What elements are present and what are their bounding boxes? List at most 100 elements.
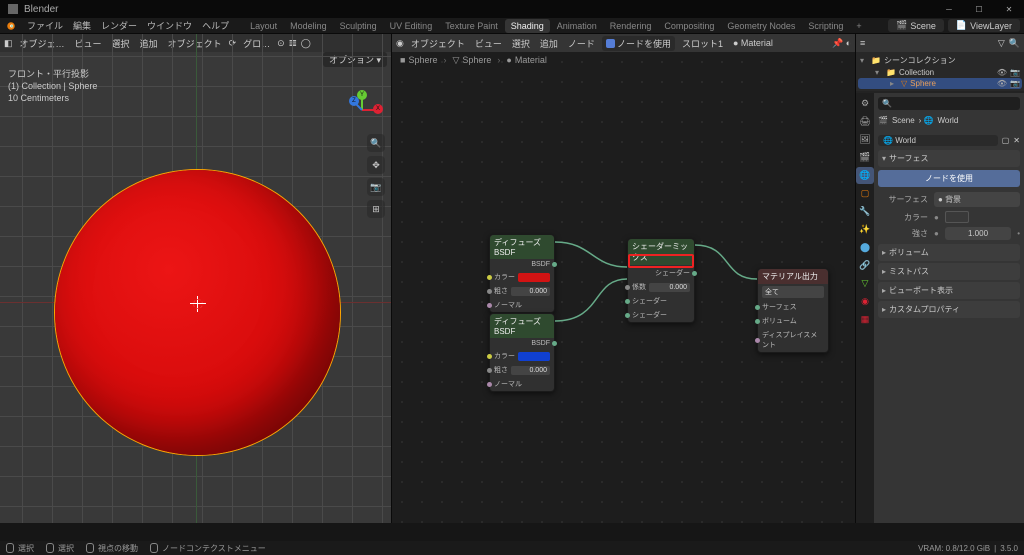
menu-edit[interactable]: 編集	[68, 19, 96, 32]
node-input-normal[interactable]: ノーマル	[490, 377, 554, 391]
node-input-surface[interactable]: サーフェス	[758, 300, 828, 314]
proptab-world-icon[interactable]: 🌐	[856, 167, 874, 184]
tab-animation[interactable]: Animation	[551, 19, 603, 33]
visibility-icon[interactable]: 👁	[997, 68, 1007, 77]
pin-icon[interactable]: 📌	[832, 38, 843, 49]
diffuse-bsdf-node-1[interactable]: ディフューズBSDF BSDF カラー 粗さ0.000 ノーマル	[489, 234, 555, 313]
properties-search[interactable]: 🔍	[878, 97, 1020, 110]
use-nodes-checkbox[interactable]: ノードを使用	[602, 36, 675, 51]
node-input-normal[interactable]: ノーマル	[490, 298, 554, 312]
surface-panel-header[interactable]: ▾サーフェス	[878, 150, 1020, 167]
mix-shader-node[interactable]: シェーダーミックス シェーダー 係数0.000 シェーダー シェーダー	[627, 238, 695, 323]
strength-field[interactable]: 強さ ● 1.000 •	[878, 225, 1020, 242]
window-minimize-button[interactable]: ─	[934, 0, 964, 18]
node-input-fac[interactable]: 係数0.000	[628, 280, 694, 294]
proptab-output-icon[interactable]: 🖨	[856, 113, 874, 130]
tab-compositing[interactable]: Compositing	[658, 19, 720, 33]
3d-viewport[interactable]: ◧ オブジェ… ビュー 選択 追加 オブジェクト ⟳ グロ… ⊙ 𝌆 ◯ オプシ…	[0, 34, 392, 523]
node-output-shader[interactable]: シェーダー	[628, 265, 694, 280]
volume-panel-header[interactable]: ▸ボリューム	[878, 244, 1020, 261]
node-header[interactable]: シェーダーミックス	[628, 239, 694, 265]
tab-texturepaint[interactable]: Texture Paint	[439, 19, 504, 33]
menu-file[interactable]: ファイル	[22, 19, 68, 32]
editor-type-node-icon[interactable]: ◉	[396, 38, 404, 49]
search-icon[interactable]: 🔍	[1009, 38, 1020, 49]
material-dropdown[interactable]: ● Material	[730, 38, 776, 48]
world-datablock-dropdown[interactable]: 🌐 World	[878, 135, 998, 146]
node-input-roughness[interactable]: 粗さ0.000	[490, 363, 554, 377]
proptab-render-icon[interactable]: ⚙	[856, 95, 874, 112]
blender-logo-icon[interactable]	[4, 19, 18, 33]
viewport-panel-header[interactable]: ▸ビューポート表示	[878, 282, 1020, 299]
viewlayer-selector[interactable]: 📄 ViewLayer	[948, 19, 1020, 32]
node-header[interactable]: ディフューズBSDF	[490, 235, 554, 259]
color-swatch[interactable]	[518, 352, 550, 361]
bc-object[interactable]: ■ Sphere	[400, 55, 437, 65]
node-output-bsdf[interactable]: BSDF	[490, 259, 554, 270]
node-input-shader2[interactable]: シェーダー	[628, 308, 694, 322]
visibility-icon[interactable]: 👁	[997, 79, 1007, 88]
window-maximize-button[interactable]: ☐	[964, 0, 994, 18]
outliner-collection[interactable]: ▾📁 Collection 👁 📷	[858, 67, 1022, 78]
unlink-icon[interactable]: ✕	[1013, 136, 1020, 145]
window-close-button[interactable]: ✕	[994, 0, 1024, 18]
scene-selector[interactable]: 🎬 Scene	[888, 19, 944, 32]
node-header[interactable]: ディフューズBSDF	[490, 314, 554, 338]
proptab-particles-icon[interactable]: ✨	[856, 221, 874, 238]
slot-dropdown[interactable]: スロット1	[679, 37, 726, 50]
color-swatch[interactable]	[518, 273, 550, 282]
outliner-sphere[interactable]: ▸▽ Sphere 👁 📷	[858, 78, 1022, 89]
node-input-displacement[interactable]: ディスプレイスメント	[758, 328, 828, 352]
node-target-dropdown[interactable]: 全て	[758, 284, 828, 300]
sphere-mesh[interactable]	[55, 170, 340, 455]
node-output-bsdf[interactable]: BSDF	[490, 338, 554, 349]
overlay-icon[interactable]: ◐	[846, 38, 851, 49]
bc-material[interactable]: ● Material	[506, 55, 546, 65]
tab-modeling[interactable]: Modeling	[284, 19, 333, 33]
tab-scripting[interactable]: Scripting	[802, 19, 849, 33]
ne-menu-add[interactable]: 追加	[537, 37, 561, 50]
tab-add[interactable]: +	[850, 19, 867, 33]
ne-menu-select[interactable]: 選択	[509, 37, 533, 50]
tab-sculpting[interactable]: Sculpting	[334, 19, 383, 33]
color-field[interactable]: カラー ●	[878, 209, 1020, 225]
camera-icon[interactable]: 📷	[367, 178, 385, 196]
node-input-color[interactable]: カラー	[490, 349, 554, 363]
proptab-object-icon[interactable]: ▢	[856, 185, 874, 202]
world-color-swatch[interactable]	[945, 211, 969, 223]
render-icon[interactable]: 📷	[1010, 68, 1020, 77]
diffuse-bsdf-node-2[interactable]: ディフューズBSDF BSDF カラー 粗さ0.000 ノーマル	[489, 313, 555, 392]
render-icon[interactable]: 📷	[1010, 79, 1020, 88]
node-input-volume[interactable]: ボリューム	[758, 314, 828, 328]
material-output-node[interactable]: マテリアル出力 全て サーフェス ボリューム ディスプレイスメント	[757, 268, 829, 353]
filter-icon[interactable]: ▽	[998, 38, 1005, 49]
menu-help[interactable]: ヘルプ	[197, 19, 234, 32]
ne-menu-view[interactable]: ビュー	[472, 37, 505, 50]
proptab-modifier-icon[interactable]: 🔧	[856, 203, 874, 220]
perspective-icon[interactable]: ⊞	[367, 200, 385, 218]
proptab-texture-icon[interactable]: ▦	[856, 311, 874, 328]
outliner-editor-icon[interactable]: ≡	[860, 38, 865, 48]
proptab-viewlayer-icon[interactable]: 🖼	[856, 131, 874, 148]
tab-geonodes[interactable]: Geometry Nodes	[721, 19, 801, 33]
move-icon[interactable]: ✥	[367, 156, 385, 174]
outliner[interactable]: ▾📁 シーンコレクション ▾📁 Collection 👁 📷 ▸▽ Sphere…	[856, 52, 1024, 91]
new-world-icon[interactable]: ▢	[1002, 136, 1010, 145]
node-header[interactable]: マテリアル出力	[758, 269, 828, 284]
navigation-gizmo[interactable]: X Y Z	[343, 90, 383, 130]
menu-render[interactable]: レンダー	[96, 19, 142, 32]
shader-node-editor[interactable]: ◉ オブジェクト ビュー 選択 追加 ノード ノードを使用 スロット1 ● Ma…	[392, 34, 856, 523]
zoom-icon[interactable]: 🔍	[367, 134, 385, 152]
node-input-shader1[interactable]: シェーダー	[628, 294, 694, 308]
tab-uvediting[interactable]: UV Editing	[384, 19, 439, 33]
gizmo-z-icon[interactable]: Z	[349, 96, 359, 106]
ne-menu-node[interactable]: ノード	[565, 37, 598, 50]
tab-shading[interactable]: Shading	[505, 19, 550, 33]
custom-panel-header[interactable]: ▸カスタムプロパティ	[878, 301, 1020, 318]
proptab-mesh-icon[interactable]: ▽	[856, 275, 874, 292]
bc-mesh[interactable]: ▽ Sphere	[452, 55, 491, 66]
use-nodes-button[interactable]: ノードを使用	[878, 170, 1020, 187]
node-input-color[interactable]: カラー	[490, 270, 554, 284]
outliner-scene-collection[interactable]: ▾📁 シーンコレクション	[858, 54, 1022, 67]
gizmo-x-icon[interactable]: X	[373, 104, 383, 114]
